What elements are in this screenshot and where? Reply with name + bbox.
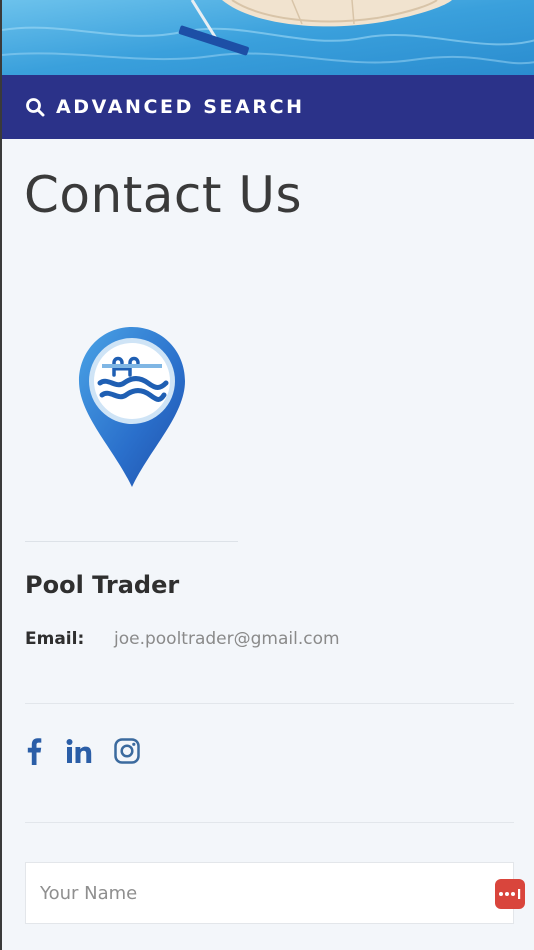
- divider-before-social: [25, 703, 514, 704]
- divider-before-form: [25, 822, 514, 823]
- instagram-icon[interactable]: [113, 736, 141, 766]
- page-title: Contact Us: [24, 166, 303, 224]
- divider-short: [25, 541, 238, 542]
- email-label: Email:: [25, 629, 85, 649]
- password-manager-icon[interactable]: [495, 879, 525, 909]
- your-name-input[interactable]: [25, 862, 514, 924]
- advanced-search-label: ADVANCED SEARCH: [56, 96, 305, 118]
- facebook-icon[interactable]: [25, 736, 43, 766]
- email-link[interactable]: joe.pooltrader@gmail.com: [114, 629, 340, 649]
- pool-location-pin-logo: [76, 323, 188, 491]
- advanced-search-button[interactable]: ADVANCED SEARCH: [2, 75, 534, 139]
- linkedin-icon[interactable]: [65, 736, 93, 766]
- hero-pool-image: [2, 0, 534, 75]
- search-icon: [24, 96, 46, 118]
- company-name: Pool Trader: [25, 571, 180, 599]
